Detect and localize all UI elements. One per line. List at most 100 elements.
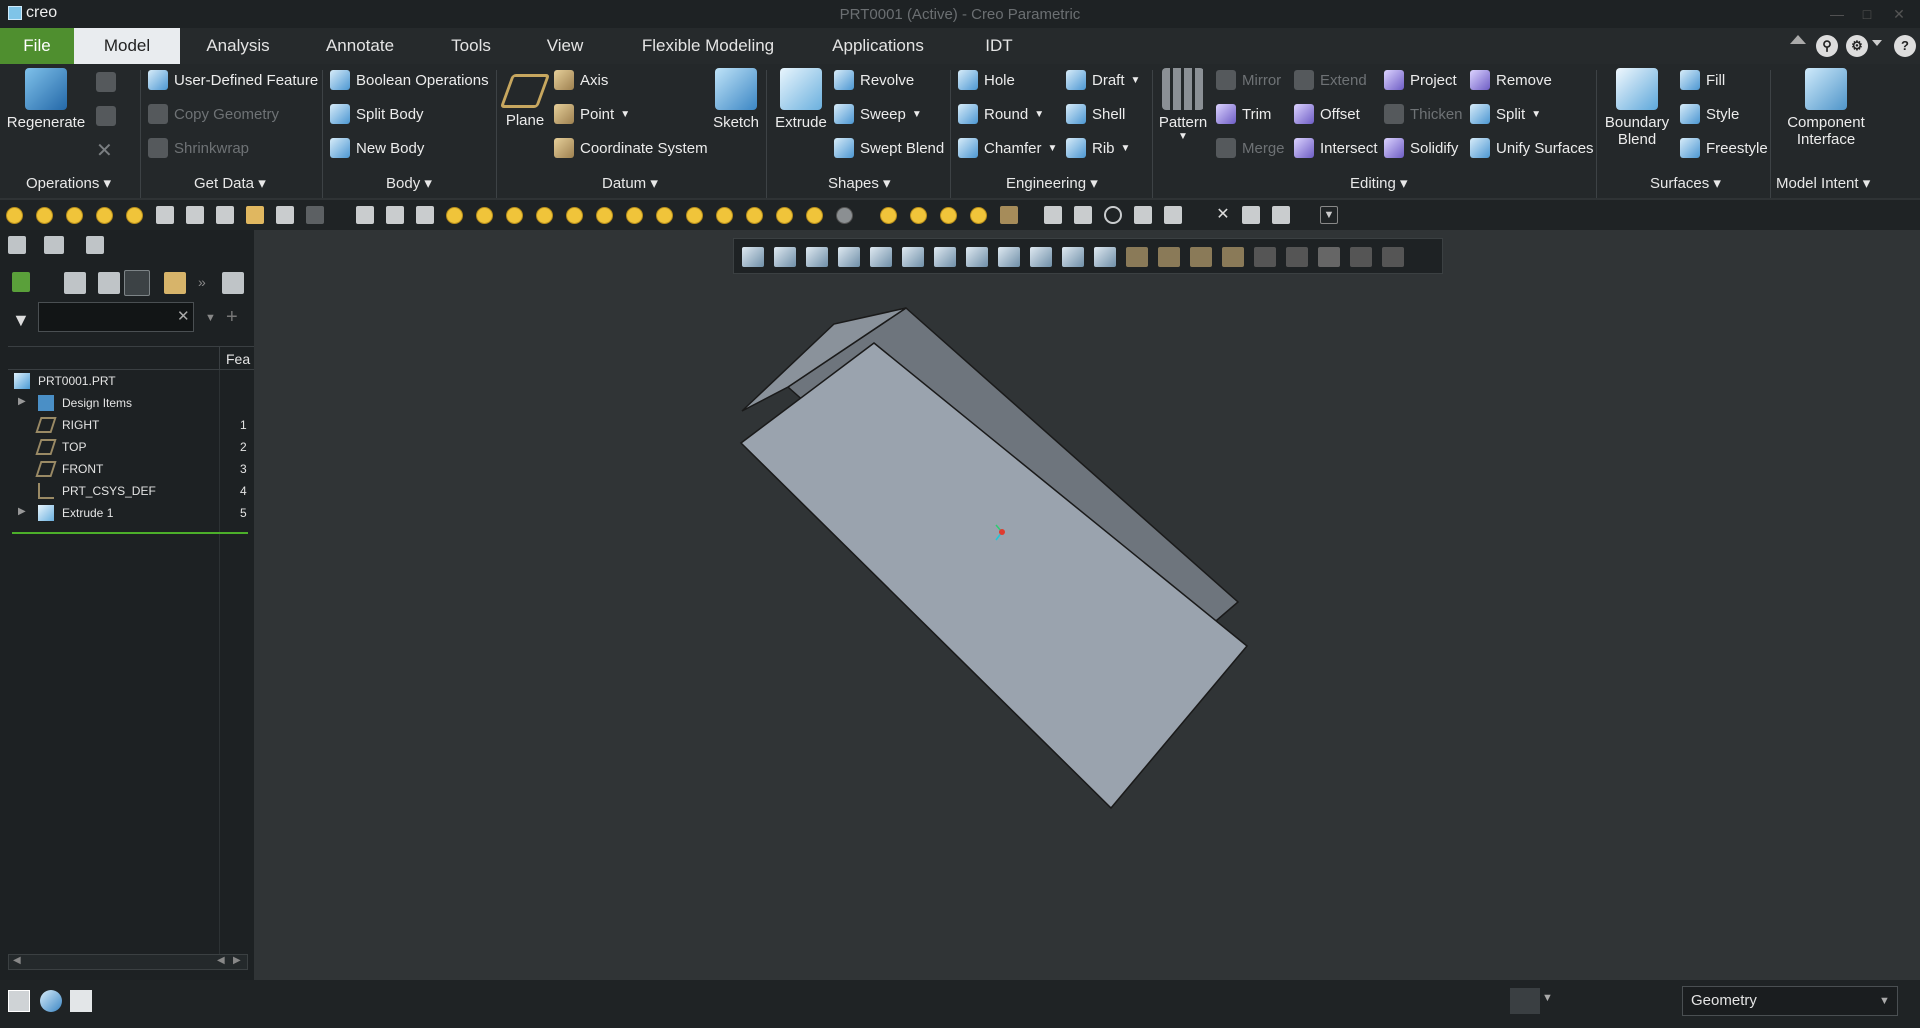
remove-button[interactable]: Remove bbox=[1470, 68, 1552, 92]
zoom-out-icon[interactable] bbox=[806, 247, 828, 267]
no-entry-icon[interactable] bbox=[1104, 206, 1122, 224]
settings-icon[interactable]: ⚙ bbox=[1846, 35, 1868, 57]
expand-icon[interactable]: ▶ bbox=[18, 396, 26, 407]
save-icon[interactable] bbox=[216, 206, 234, 224]
tree-item-top[interactable]: TOP 2 bbox=[0, 436, 250, 458]
group-label-model-intent[interactable]: Model Intent ▾ bbox=[1776, 174, 1870, 192]
search-icon[interactable]: ⚲ bbox=[1816, 35, 1838, 57]
copy-geometry-button[interactable]: Copy Geometry bbox=[148, 102, 279, 126]
display-style-icon[interactable] bbox=[870, 247, 892, 267]
split-body-button[interactable]: Split Body bbox=[330, 102, 424, 126]
plane-button[interactable]: Plane bbox=[499, 68, 551, 129]
group-label-operations[interactable]: Operations ▾ bbox=[26, 174, 111, 192]
tab-annotate[interactable]: Annotate bbox=[312, 28, 408, 64]
boolean-operations-button[interactable]: Boolean Operations bbox=[330, 68, 489, 92]
smiley-icon[interactable] bbox=[686, 207, 703, 224]
datum-axes-icon[interactable] bbox=[1158, 247, 1180, 267]
customize-toolbar-icon[interactable]: ▼ bbox=[1320, 206, 1338, 224]
group-label-shapes[interactable]: Shapes ▾ bbox=[828, 174, 891, 192]
chevron-down-icon[interactable]: ▼ bbox=[1542, 992, 1553, 1004]
datum-display-icon[interactable] bbox=[1044, 206, 1062, 224]
split-button[interactable]: Split ▼ bbox=[1470, 102, 1541, 126]
tree-settings-icon[interactable] bbox=[64, 272, 86, 294]
find-icon[interactable] bbox=[1510, 988, 1540, 1014]
edges-icon[interactable] bbox=[1094, 247, 1116, 267]
smiley-icon[interactable] bbox=[506, 207, 523, 224]
smiley-icon[interactable] bbox=[776, 207, 793, 224]
shell-button[interactable]: Shell bbox=[1066, 102, 1125, 126]
spin-center-icon[interactable] bbox=[1286, 247, 1308, 267]
tree-item-front[interactable]: FRONT 3 bbox=[0, 458, 250, 480]
minimize-button[interactable]: — bbox=[1822, 2, 1852, 26]
group-label-engineering[interactable]: Engineering ▾ bbox=[1006, 174, 1098, 192]
display-icon[interactable] bbox=[12, 272, 30, 292]
tab-applications[interactable]: Applications bbox=[820, 28, 936, 64]
tree-columns-icon[interactable] bbox=[98, 272, 120, 294]
project-button[interactable]: Project bbox=[1384, 68, 1457, 92]
filter-icon[interactable]: ▼ bbox=[12, 310, 30, 331]
zoom-in-icon[interactable] bbox=[774, 247, 796, 267]
smiley-icon[interactable] bbox=[66, 207, 83, 224]
appearance-icon[interactable] bbox=[1030, 247, 1052, 267]
smiley-icon[interactable] bbox=[36, 207, 53, 224]
unify-surfaces-button[interactable]: Unify Surfaces bbox=[1470, 136, 1594, 160]
sphere-icon[interactable] bbox=[836, 207, 853, 224]
smiley-icon[interactable] bbox=[126, 207, 143, 224]
double-chevron-icon[interactable]: » bbox=[198, 274, 206, 290]
tree-filters-icon[interactable] bbox=[124, 270, 150, 296]
search-dropdown-icon[interactable]: ▼ bbox=[205, 312, 216, 324]
paste-icon[interactable] bbox=[96, 106, 116, 126]
maximize-button[interactable]: □ bbox=[1852, 2, 1882, 26]
delete-icon[interactable]: ✕ bbox=[96, 138, 113, 163]
horizontal-scrollbar[interactable]: ◀ ◀ ▶ bbox=[8, 954, 248, 970]
smiley-icon[interactable] bbox=[656, 207, 673, 224]
scroll-right-icon[interactable]: ▶ bbox=[233, 955, 241, 966]
new-body-button[interactable]: New Body bbox=[330, 136, 424, 160]
datum-planes-icon[interactable] bbox=[1126, 247, 1148, 267]
copy-icon[interactable] bbox=[96, 72, 116, 92]
csys-display-icon[interactable] bbox=[1222, 247, 1244, 267]
tab-file[interactable]: File bbox=[0, 28, 74, 64]
offset-button[interactable]: Offset bbox=[1294, 102, 1360, 126]
revolve-button[interactable]: Revolve bbox=[834, 68, 914, 92]
regenerate-small-icon[interactable] bbox=[156, 206, 174, 224]
smiley-icon[interactable] bbox=[716, 207, 733, 224]
notes-icon[interactable] bbox=[222, 272, 244, 294]
tab-idt[interactable]: IDT bbox=[972, 28, 1026, 64]
tab-tools[interactable]: Tools bbox=[440, 28, 502, 64]
undo-icon[interactable] bbox=[306, 206, 324, 224]
group-label-editing[interactable]: Editing ▾ bbox=[1350, 174, 1408, 192]
edit-icon[interactable] bbox=[386, 206, 404, 224]
pause-icon[interactable] bbox=[1350, 247, 1372, 267]
freestyle-button[interactable]: Freestyle bbox=[1680, 136, 1768, 160]
smiley-icon[interactable] bbox=[6, 207, 23, 224]
datum-points-icon[interactable] bbox=[1190, 247, 1212, 267]
style-button[interactable]: Style bbox=[1680, 102, 1739, 126]
tab-view[interactable]: View bbox=[536, 28, 594, 64]
smiley-icon[interactable] bbox=[746, 207, 763, 224]
group-label-surfaces[interactable]: Surfaces ▾ bbox=[1650, 174, 1721, 192]
mirror-button[interactable]: Mirror bbox=[1216, 68, 1281, 92]
tree-item-prt-csys-def[interactable]: PRT_CSYS_DEF 4 bbox=[0, 480, 250, 502]
regenerate-button[interactable]: Regenerate bbox=[6, 68, 86, 131]
smiley-icon[interactable] bbox=[806, 207, 823, 224]
smiley-icon[interactable] bbox=[536, 207, 553, 224]
curve-icon[interactable] bbox=[1074, 206, 1092, 224]
point-button[interactable]: Point ▼ bbox=[554, 102, 630, 126]
folder-browser-tab-icon[interactable] bbox=[44, 236, 64, 254]
smiley-icon[interactable] bbox=[910, 207, 927, 224]
edit-icon[interactable] bbox=[416, 206, 434, 224]
intersect-button[interactable]: Intersect bbox=[1294, 136, 1378, 160]
group-label-datum[interactable]: Datum ▾ bbox=[602, 174, 658, 192]
smiley-icon[interactable] bbox=[880, 207, 897, 224]
shrinkwrap-button[interactable]: Shrinkwrap bbox=[148, 136, 249, 160]
tree-item-right[interactable]: RIGHT 1 bbox=[0, 414, 250, 436]
column-header-feature[interactable]: Fea bbox=[226, 351, 250, 367]
close-icon[interactable]: ✕ bbox=[1214, 206, 1232, 224]
scroll-left-icon[interactable]: ◀ bbox=[217, 955, 225, 966]
smiley-icon[interactable] bbox=[626, 207, 643, 224]
close-window-button[interactable]: ✕ bbox=[1884, 2, 1914, 26]
smiley-icon[interactable] bbox=[596, 207, 613, 224]
refit-icon[interactable] bbox=[742, 247, 764, 267]
show-icon[interactable] bbox=[164, 272, 186, 294]
